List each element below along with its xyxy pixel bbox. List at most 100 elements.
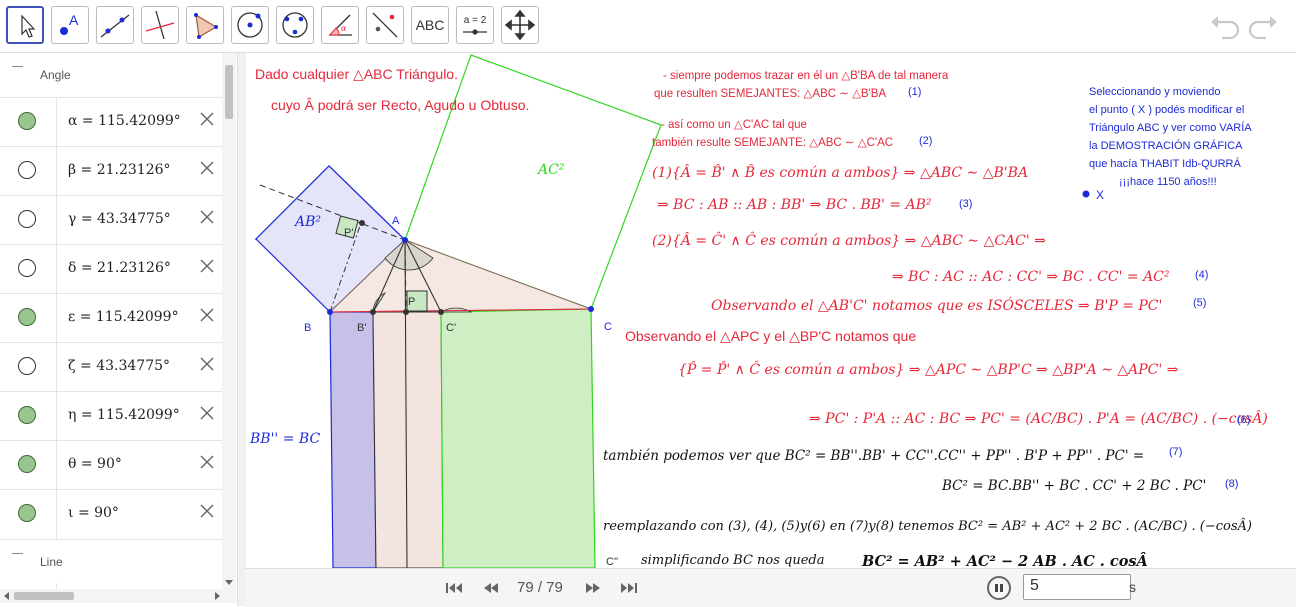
point-x[interactable] bbox=[1082, 190, 1090, 198]
first-step-icon[interactable] bbox=[444, 580, 464, 596]
angle-section-header[interactable]: Angle bbox=[0, 53, 222, 97]
next-step-icon[interactable] bbox=[583, 580, 603, 596]
equation-2b: ⇒ BC : AC :: AC : CC' ⇒ BC . CC' = AC² bbox=[892, 269, 1170, 285]
previous-step-icon[interactable] bbox=[481, 580, 501, 596]
note-2a: - así como un △C'AC tal que bbox=[661, 119, 807, 131]
row-divider bbox=[56, 441, 57, 490]
side-text-1: Seleccionando y moviendo bbox=[1089, 86, 1220, 98]
equation-9: reemplazando con (3), (4), (5)y(6) en (7… bbox=[603, 518, 1252, 534]
line-tool-button[interactable] bbox=[96, 6, 134, 44]
scroll-right-arrow-icon[interactable] bbox=[212, 589, 222, 603]
cursor-arrow-icon bbox=[21, 14, 36, 38]
angle-row[interactable]: ζ = 43.34775° bbox=[0, 342, 222, 392]
equation-8-number: (8) bbox=[1225, 478, 1238, 490]
visibility-toggle[interactable] bbox=[18, 161, 36, 179]
construction-playbar: 79 / 79 5 s bbox=[245, 568, 1296, 607]
visibility-toggle[interactable] bbox=[18, 504, 36, 522]
scroll-thumb[interactable] bbox=[225, 65, 233, 119]
line-section-label: Line bbox=[40, 555, 63, 569]
visibility-toggle[interactable] bbox=[18, 455, 36, 473]
polygon-tool-button[interactable] bbox=[186, 6, 224, 44]
equation-4: Observando el △APC y el △BP'C notamos qu… bbox=[625, 328, 916, 344]
line-icon bbox=[100, 14, 130, 38]
graphics-view[interactable]: A B C B' C' P P' C'' X AB² AC² BB'' = BC… bbox=[245, 53, 1296, 568]
delete-icon[interactable] bbox=[198, 257, 216, 275]
algebra-horizontal-scrollbar[interactable] bbox=[0, 589, 236, 603]
scroll-thumb[interactable] bbox=[14, 592, 74, 600]
angle-expression[interactable]: θ = 90° bbox=[68, 456, 122, 472]
angle-expression[interactable]: η = 115.42099° bbox=[68, 407, 180, 423]
collapse-icon[interactable] bbox=[12, 553, 23, 554]
point-bp[interactable] bbox=[370, 309, 376, 315]
algebra-vertical-scrollbar[interactable] bbox=[222, 53, 236, 589]
rect-middle[interactable] bbox=[372, 311, 444, 568]
equation-3: Observando el △AB'C' notamos que es ISÓS… bbox=[711, 296, 1162, 314]
pause-button[interactable] bbox=[987, 576, 1011, 600]
text-tool-button[interactable]: ABC bbox=[411, 6, 449, 44]
visibility-toggle[interactable] bbox=[18, 406, 36, 424]
speed-input[interactable]: 5 bbox=[1023, 574, 1131, 600]
angle-expression[interactable]: ε = 115.42099° bbox=[68, 309, 179, 325]
scroll-left-arrow-icon[interactable] bbox=[2, 589, 12, 603]
angle-expression[interactable]: ι = 90° bbox=[68, 505, 119, 521]
angle-expression[interactable]: β = 21.23126° bbox=[68, 162, 171, 178]
delete-icon[interactable] bbox=[198, 502, 216, 520]
rect-cc[interactable] bbox=[440, 308, 596, 568]
delete-icon[interactable] bbox=[198, 159, 216, 177]
perpendicular-line-tool-button[interactable] bbox=[141, 6, 179, 44]
visibility-toggle[interactable] bbox=[18, 210, 36, 228]
angle-row[interactable]: γ = 43.34775° bbox=[0, 195, 222, 245]
label-c: C bbox=[604, 321, 612, 333]
angle-expression[interactable]: δ = 21.23126° bbox=[68, 260, 171, 276]
delete-icon[interactable] bbox=[198, 110, 216, 128]
visibility-toggle[interactable] bbox=[18, 259, 36, 277]
geometry-canvas[interactable]: A B C B' C' P P' C'' X AB² AC² BB'' = BC… bbox=[245, 53, 1296, 568]
side-text-3: Triángulo ABC y ver como VARÍA bbox=[1089, 121, 1252, 134]
circle-three-points-tool-button[interactable] bbox=[276, 6, 314, 44]
scroll-down-arrow-icon[interactable] bbox=[222, 577, 236, 587]
equation-1b: ⇒ BC : AB :: AB : BB' ⇒ BC . BB' = AB² bbox=[657, 197, 932, 213]
square-ab-label: AB² bbox=[293, 214, 321, 230]
point-c[interactable] bbox=[588, 306, 594, 312]
angle-tool-button[interactable]: α bbox=[321, 6, 359, 44]
angle-row[interactable]: η = 115.42099° bbox=[0, 391, 222, 441]
angle-row[interactable]: α = 115.42099° bbox=[0, 97, 222, 147]
angle-expression[interactable]: α = 115.42099° bbox=[68, 113, 181, 129]
move-graphics-view-tool-button[interactable] bbox=[501, 6, 539, 44]
point-a[interactable] bbox=[402, 237, 408, 243]
collapse-icon[interactable] bbox=[12, 66, 23, 67]
slider-tool-button[interactable]: a = 2 bbox=[456, 6, 494, 44]
rect-bb[interactable] bbox=[329, 311, 377, 568]
angle-expression[interactable]: γ = 43.34775° bbox=[68, 211, 171, 227]
angle-row[interactable]: θ = 90° bbox=[0, 440, 222, 490]
point-tool-button[interactable]: A bbox=[51, 6, 89, 44]
undo-button[interactable] bbox=[1208, 12, 1242, 40]
note-1-number: (1) bbox=[908, 86, 921, 98]
delete-icon[interactable] bbox=[198, 208, 216, 226]
angle-row[interactable]: δ = 21.23126° bbox=[0, 244, 222, 294]
angle-row[interactable]: β = 21.23126° bbox=[0, 146, 222, 196]
equation-6: ⇒ PC' : P'A :: AC : BC ⇒ PC' = (AC/BC) .… bbox=[809, 409, 1268, 427]
circle-center-point-tool-button[interactable] bbox=[231, 6, 269, 44]
delete-icon[interactable] bbox=[198, 306, 216, 324]
reflect-tool-button[interactable] bbox=[366, 6, 404, 44]
delete-icon[interactable] bbox=[198, 404, 216, 422]
redo-button[interactable] bbox=[1246, 12, 1280, 40]
label-x: X bbox=[1096, 188, 1104, 202]
delete-icon[interactable] bbox=[198, 453, 216, 471]
visibility-toggle[interactable] bbox=[18, 308, 36, 326]
delete-icon[interactable] bbox=[198, 355, 216, 373]
point-cp[interactable] bbox=[438, 309, 444, 315]
visibility-toggle[interactable] bbox=[18, 357, 36, 375]
angle-row[interactable]: ε = 115.42099° bbox=[0, 293, 222, 343]
angle-expression[interactable]: ζ = 43.34775° bbox=[68, 358, 170, 374]
visibility-toggle[interactable] bbox=[18, 112, 36, 130]
point-p[interactable] bbox=[403, 309, 409, 315]
angle-row[interactable]: ι = 90° bbox=[0, 489, 222, 539]
last-step-icon[interactable] bbox=[619, 580, 639, 596]
point-pp[interactable] bbox=[359, 220, 365, 226]
label-pp: P' bbox=[344, 227, 353, 239]
move-tool-button[interactable] bbox=[6, 6, 44, 44]
point-b[interactable] bbox=[327, 309, 333, 315]
line-section-header[interactable]: Line bbox=[0, 539, 222, 584]
